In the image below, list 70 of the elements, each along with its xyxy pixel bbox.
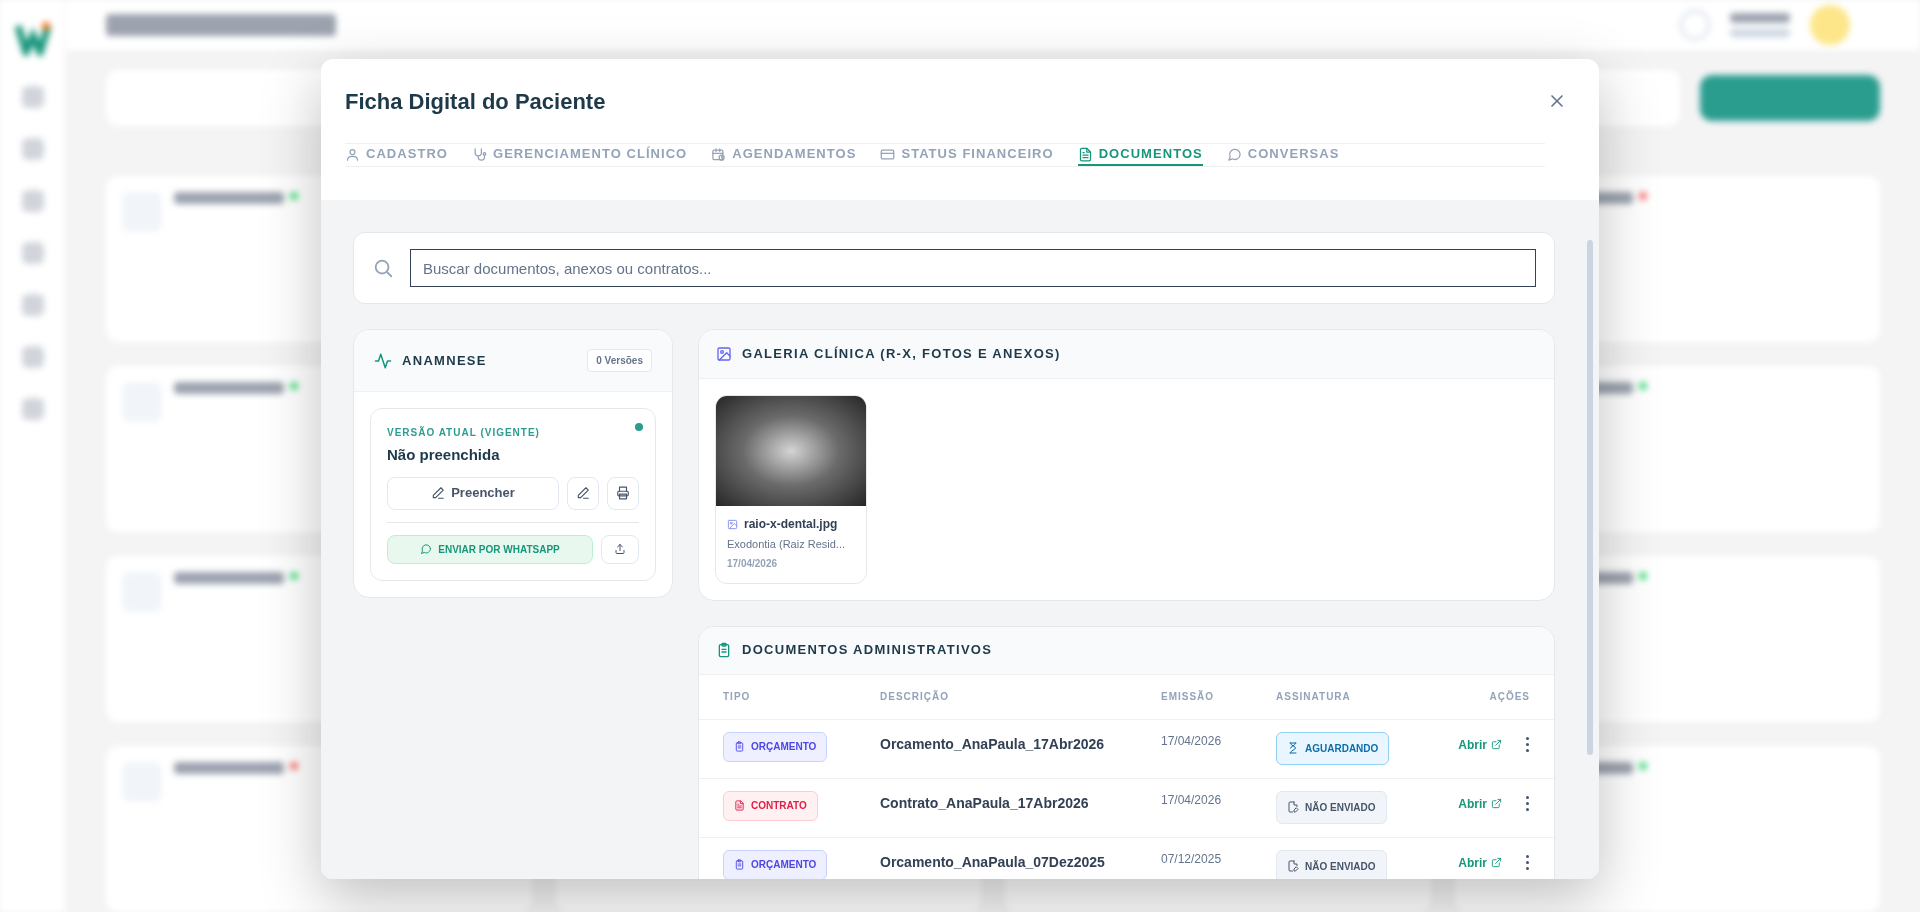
issue-date: 07/12/2025 (1161, 850, 1223, 868)
tab-icon (880, 146, 896, 162)
anamnese-status: Não preenchida (387, 445, 501, 465)
status-icon (1287, 742, 1299, 754)
image-icon (727, 518, 738, 530)
document-icon (734, 859, 745, 870)
type-badge: CONTRATO (723, 790, 818, 821)
whatsapp-button[interactable]: ENVIAR POR WHATSAPP (387, 534, 593, 564)
type-badge: ORÇAMENTO (723, 731, 828, 762)
issue-date: 17/04/2026 (1161, 732, 1223, 750)
more-options-button[interactable] (1524, 737, 1530, 752)
clipboard-icon (716, 642, 732, 658)
tab[interactable]: AGENDAMENTOS (711, 144, 857, 166)
more-options-button[interactable] (1524, 796, 1530, 811)
image-card[interactable]: raio-x-dental.jpg Exodontia (Raiz Resid... 17/04/2026 (715, 395, 867, 584)
edit-button[interactable] (567, 476, 599, 510)
column-header: AÇÕES (1489, 689, 1530, 704)
external-link-icon (1491, 739, 1502, 750)
document-name: Contrato_AnaPaula_17Abr2026 (880, 793, 1090, 813)
external-link-icon (1491, 798, 1502, 809)
printer-icon (616, 486, 630, 500)
anamnese-title: ANAMNESE (402, 351, 487, 370)
column-header: EMISSÃO (1161, 689, 1216, 704)
tab-icon (1226, 146, 1242, 162)
column-header: DESCRIÇÃO (880, 689, 950, 704)
file-date: 17/04/2026 (727, 556, 779, 571)
pulse-icon (374, 351, 392, 370)
more-options-button[interactable] (1524, 855, 1530, 870)
upload-icon (614, 543, 626, 555)
tab[interactable]: CADASTRO (345, 144, 448, 166)
modal-title: Ficha Digital do Paciente (345, 87, 606, 116)
tab-icon (711, 146, 727, 162)
issue-date: 17/04/2026 (1161, 791, 1223, 809)
fill-button[interactable]: Preencher (387, 476, 559, 510)
signature-badge: NÃO ENVIADO (1276, 849, 1387, 879)
document-search-field[interactable]: Buscar documentos, anexos ou contratos... (410, 249, 1536, 287)
signature-badge: NÃO ENVIADO (1276, 790, 1387, 824)
document-name: Orcamento_AnaPaula_07Dez2025 (880, 852, 1106, 872)
tab[interactable]: STATUS FINANCEIRO (880, 144, 1054, 166)
open-link[interactable]: Abrir (1458, 735, 1502, 754)
column-header: TIPO (723, 690, 752, 704)
chat-icon (420, 543, 433, 555)
tab-icon (345, 146, 360, 162)
file-name: raio-x-dental.jpg (744, 516, 838, 533)
status-icon (1287, 860, 1299, 872)
search-icon (372, 257, 394, 279)
column-header: ASSINATURA (1276, 690, 1352, 704)
pencil-icon (576, 486, 590, 500)
document-icon (734, 800, 745, 811)
tab[interactable]: CONVERSAS (1226, 144, 1340, 166)
pencil-icon (431, 486, 446, 500)
versions-badge: 0 Versões (587, 349, 652, 372)
documents-title: DOCUMENTOS ADMINISTRATIVOS (742, 641, 993, 660)
open-link[interactable]: Abrir (1458, 794, 1502, 813)
image-icon (716, 346, 732, 362)
tab[interactable]: DOCUMENTOS (1077, 144, 1203, 166)
print-button[interactable] (607, 476, 639, 510)
tab-icon (1077, 146, 1093, 162)
open-link[interactable]: Abrir (1458, 853, 1502, 872)
gallery-title: GALERIA CLÍNICA (R-X, FOTOS E ANEXOS) (742, 345, 1061, 364)
status-icon (1287, 801, 1299, 813)
version-label: VERSÃO ATUAL (VIGENTE) (387, 425, 541, 440)
external-link-icon (1491, 857, 1502, 868)
tab-icon (472, 146, 487, 162)
file-description: Exodontia (Raiz Resid... (727, 537, 846, 552)
document-icon (734, 741, 745, 752)
signature-badge: AGUARDANDO (1276, 731, 1390, 765)
document-name: Orcamento_AnaPaula_17Abr2026 (880, 734, 1106, 754)
tab[interactable]: GERENCIAMENTO CLÍNICO (472, 144, 688, 166)
type-badge: ORÇAMENTO (723, 849, 828, 879)
